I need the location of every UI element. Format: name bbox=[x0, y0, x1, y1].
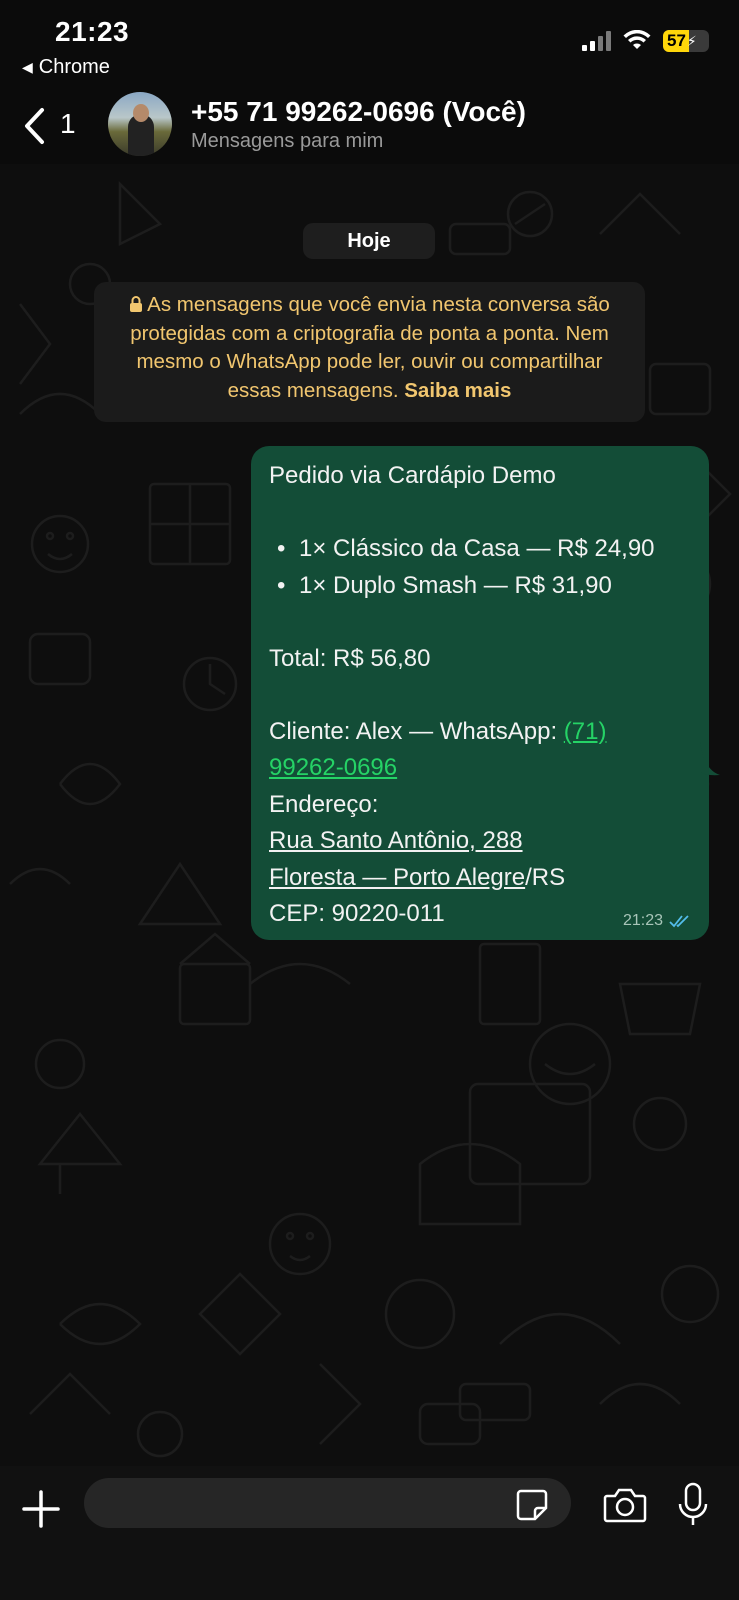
message-meta: 21:23 bbox=[623, 912, 693, 930]
order-items-list: 1× Clássico da Casa — R$ 24,90 1× Duplo … bbox=[269, 531, 699, 604]
charging-bolt-icon: ⚡ bbox=[686, 32, 697, 49]
avatar[interactable] bbox=[108, 92, 172, 156]
bubble-tail bbox=[700, 742, 720, 776]
back-chevron-icon[interactable] bbox=[20, 106, 50, 146]
microphone-icon[interactable] bbox=[676, 1482, 710, 1528]
address-street-link[interactable]: Rua Santo Antônio, 288 bbox=[269, 827, 523, 854]
cellular-signal-icon bbox=[582, 31, 611, 51]
order-item: 1× Clássico da Casa — R$ 24,90 bbox=[269, 531, 699, 568]
camera-icon[interactable] bbox=[603, 1486, 647, 1524]
wifi-icon bbox=[623, 30, 651, 49]
back-triangle-icon: ◀ bbox=[22, 59, 33, 75]
status-time: 21:23 bbox=[55, 16, 130, 47]
message-time: 21:23 bbox=[622, 912, 663, 929]
sticker-icon[interactable] bbox=[515, 1488, 549, 1522]
encryption-notice[interactable]: As mensagens que você envia nesta conver… bbox=[94, 282, 645, 422]
message-title: Pedido via Cardápio Demo bbox=[269, 462, 556, 489]
lock-icon bbox=[130, 296, 143, 312]
status-bar: 21:23 ◀ Chrome 57 ⚡ bbox=[0, 0, 739, 88]
address-city-link[interactable]: Floresta — Porto Alegre bbox=[269, 864, 525, 891]
unread-count[interactable]: 1 bbox=[60, 108, 76, 140]
phone-line: 99262-0696 bbox=[269, 750, 699, 787]
date-chip: Hoje bbox=[303, 223, 435, 259]
battery-level: 57 bbox=[667, 31, 686, 50]
address-city-line: Floresta — Porto Alegre/RS bbox=[269, 860, 699, 897]
composer-bar bbox=[0, 1466, 739, 1600]
plus-icon[interactable] bbox=[20, 1488, 62, 1530]
double-check-read-icon bbox=[669, 915, 689, 928]
back-to-app-link[interactable]: ◀ Chrome bbox=[22, 56, 110, 79]
message-body: Pedido via Cardápio Demo 1× Clássico da … bbox=[269, 458, 699, 933]
battery-icon: 57 ⚡ bbox=[663, 30, 709, 52]
phone-link-part2[interactable]: 99262-0696 bbox=[269, 754, 397, 781]
encryption-text: As mensagens que você envia nesta conver… bbox=[130, 293, 610, 402]
whatsapp-screen: 21:23 ◀ Chrome 57 ⚡ 1 +55 71 99262-0696 … bbox=[0, 0, 739, 1600]
chat-header: 1 +55 71 99262-0696 (Você) Mensagens par… bbox=[0, 88, 739, 164]
phone-link-part1[interactable]: (71) bbox=[564, 718, 607, 745]
contact-name[interactable]: +55 71 99262-0696 (Você) bbox=[191, 96, 526, 128]
outgoing-message-bubble[interactable]: Pedido via Cardápio Demo 1× Clássico da … bbox=[251, 446, 709, 940]
order-total: Total: R$ 56,80 bbox=[269, 644, 431, 672]
status-icons: 57 ⚡ bbox=[582, 30, 709, 52]
address-street-line: Rua Santo Antônio, 288 bbox=[269, 823, 699, 860]
client-label: Cliente: Alex — WhatsApp: bbox=[269, 717, 564, 745]
chat-area[interactable]: Hoje As mensagens que você envia nesta c… bbox=[0, 164, 739, 1466]
client-line: Cliente: Alex — WhatsApp: (71) bbox=[269, 714, 699, 751]
learn-more-link[interactable]: Saiba mais bbox=[404, 379, 511, 402]
address-label: Endereço: bbox=[269, 790, 379, 818]
message-input[interactable] bbox=[84, 1478, 571, 1528]
address-state: /RS bbox=[525, 863, 566, 891]
back-app-label: Chrome bbox=[38, 56, 110, 78]
contact-subtitle: Mensagens para mim bbox=[191, 130, 384, 152]
order-item: 1× Duplo Smash — R$ 31,90 bbox=[269, 568, 699, 605]
